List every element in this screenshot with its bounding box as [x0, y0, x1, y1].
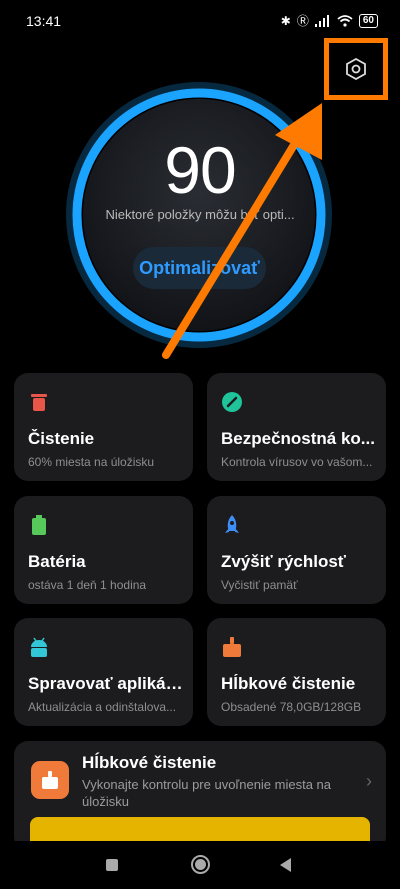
broom-icon [223, 637, 241, 657]
tile-title: Bezpečnostná ko... [221, 429, 375, 448]
tile-title: Zvýšiť rýchlosť [221, 552, 346, 571]
settings-gear-icon [346, 58, 366, 80]
status-icons: ✱ Ⓡ 60 [281, 12, 378, 29]
tile-subtitle: Aktualizácia a odinštalova... [28, 700, 177, 714]
tile-deep-clean[interactable]: Hĺbkové čistenie Obsadené 78,0GB/128GB [207, 618, 386, 726]
tile-manage-apps[interactable]: Spravovať aplikácie Aktualizácia a odinš… [14, 618, 193, 726]
deep-clean-description: Vykonajte kontrolu pre uvoľnenie miesta … [82, 777, 332, 809]
deep-clean-card[interactable]: Hĺbkové čistenie Vykonajte kontrolu pre … [14, 741, 386, 851]
back-button[interactable] [280, 858, 291, 872]
rocket-icon [225, 515, 239, 533]
score-value: 90 [164, 133, 236, 207]
navigation-bar [0, 841, 400, 889]
battery-icon [32, 515, 46, 535]
tile-subtitle: Vyčistiť pamäť [221, 578, 298, 592]
bluetooth-icon: ✱ [280, 13, 291, 28]
tile-subtitle: 60% miesta na úložisku [28, 455, 155, 469]
optimize-button[interactable]: Optimalizovať [133, 247, 266, 289]
signal-icon [314, 14, 329, 27]
tile-title: Čistenie [28, 429, 95, 448]
tile-battery[interactable]: Batéria ostáva 1 deň 1 hodina [14, 496, 193, 604]
android-icon [31, 637, 47, 657]
wifi-icon [337, 14, 353, 27]
battery-icon: 60 [358, 13, 378, 28]
tile-title: Hĺbkové čistenie [221, 674, 356, 693]
tile-subtitle: ostáva 1 deň 1 hodina [28, 578, 147, 592]
shield-check-icon [222, 392, 242, 412]
broom-icon [31, 761, 69, 799]
home-button[interactable] [191, 855, 210, 874]
tile-boost[interactable]: Zvýšiť rýchlosť Vyčistiť pamäť [207, 496, 386, 604]
chevron-right-icon: › [366, 771, 372, 791]
tile-subtitle: Obsadené 78,0GB/128GB [221, 700, 362, 714]
trash-icon [31, 394, 47, 411]
tile-title: Batéria [28, 552, 86, 571]
tile-title: Spravovať aplikácie [28, 674, 188, 693]
status-time: 13:41 [26, 13, 62, 29]
recents-button[interactable] [106, 859, 118, 871]
tile-cleaner[interactable]: Čistenie 60% miesta na úložisku [14, 373, 193, 481]
tile-subtitle: Kontrola vírusov vo vašom... [221, 455, 373, 469]
broom-glyph-icon [42, 771, 58, 789]
registered-icon: Ⓡ [296, 14, 309, 28]
deep-clean-title: Hĺbkové čistenie [82, 753, 217, 772]
score-message: Niektoré položky môžu byť opti... [105, 207, 295, 222]
tile-security[interactable]: Bezpečnostná ko... Kontrola vírusov vo v… [207, 373, 386, 481]
